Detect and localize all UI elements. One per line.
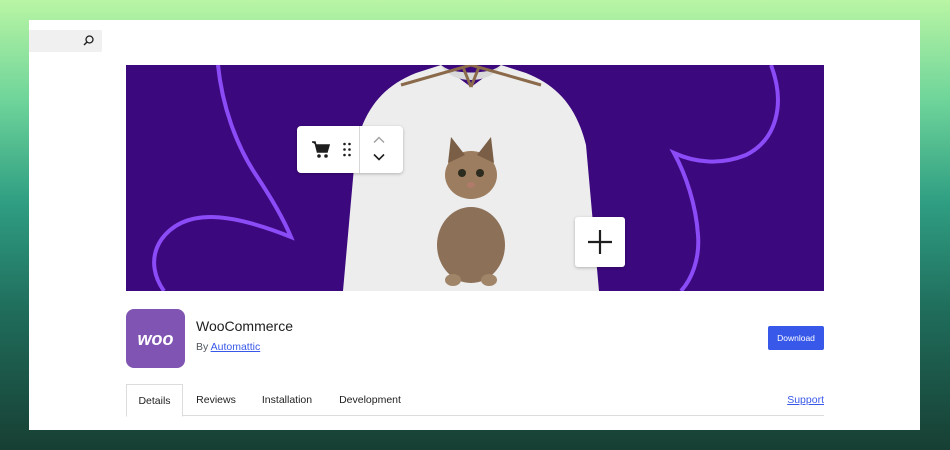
tab-installation[interactable]: Installation: [255, 384, 319, 416]
search-input[interactable]: [29, 30, 102, 52]
woo-logo-icon: woo: [138, 329, 174, 349]
tab-development[interactable]: Development: [332, 384, 408, 416]
plugin-page-window: woo WooCommerce By Automattic Download D…: [29, 20, 920, 430]
toolbar-divider: [359, 126, 360, 173]
plugin-author: By Automattic: [196, 341, 260, 353]
plugin-logo: woo: [126, 309, 185, 368]
chevron-up-icon[interactable]: [373, 136, 385, 144]
tab-details[interactable]: Details: [126, 384, 183, 417]
plus-icon: [588, 230, 612, 254]
svg-text:woo: woo: [138, 329, 174, 349]
add-block-button[interactable]: [575, 217, 625, 267]
plugin-tabs: Details Reviews Installation Development…: [126, 384, 824, 417]
sweater-product-image: [343, 65, 599, 291]
plugin-name: WooCommerce: [196, 318, 293, 334]
block-toolbar: [297, 126, 403, 173]
plugin-banner: [126, 65, 824, 291]
author-link[interactable]: Automattic: [211, 341, 261, 353]
drag-handle-icon[interactable]: [342, 142, 352, 157]
by-prefix: By: [196, 341, 209, 353]
download-button[interactable]: Download: [768, 326, 824, 350]
search-icon[interactable]: [82, 34, 95, 47]
tab-reviews[interactable]: Reviews: [188, 384, 244, 416]
cart-icon[interactable]: [311, 140, 331, 159]
support-link[interactable]: Support: [787, 384, 824, 416]
chevron-down-icon[interactable]: [373, 153, 385, 161]
